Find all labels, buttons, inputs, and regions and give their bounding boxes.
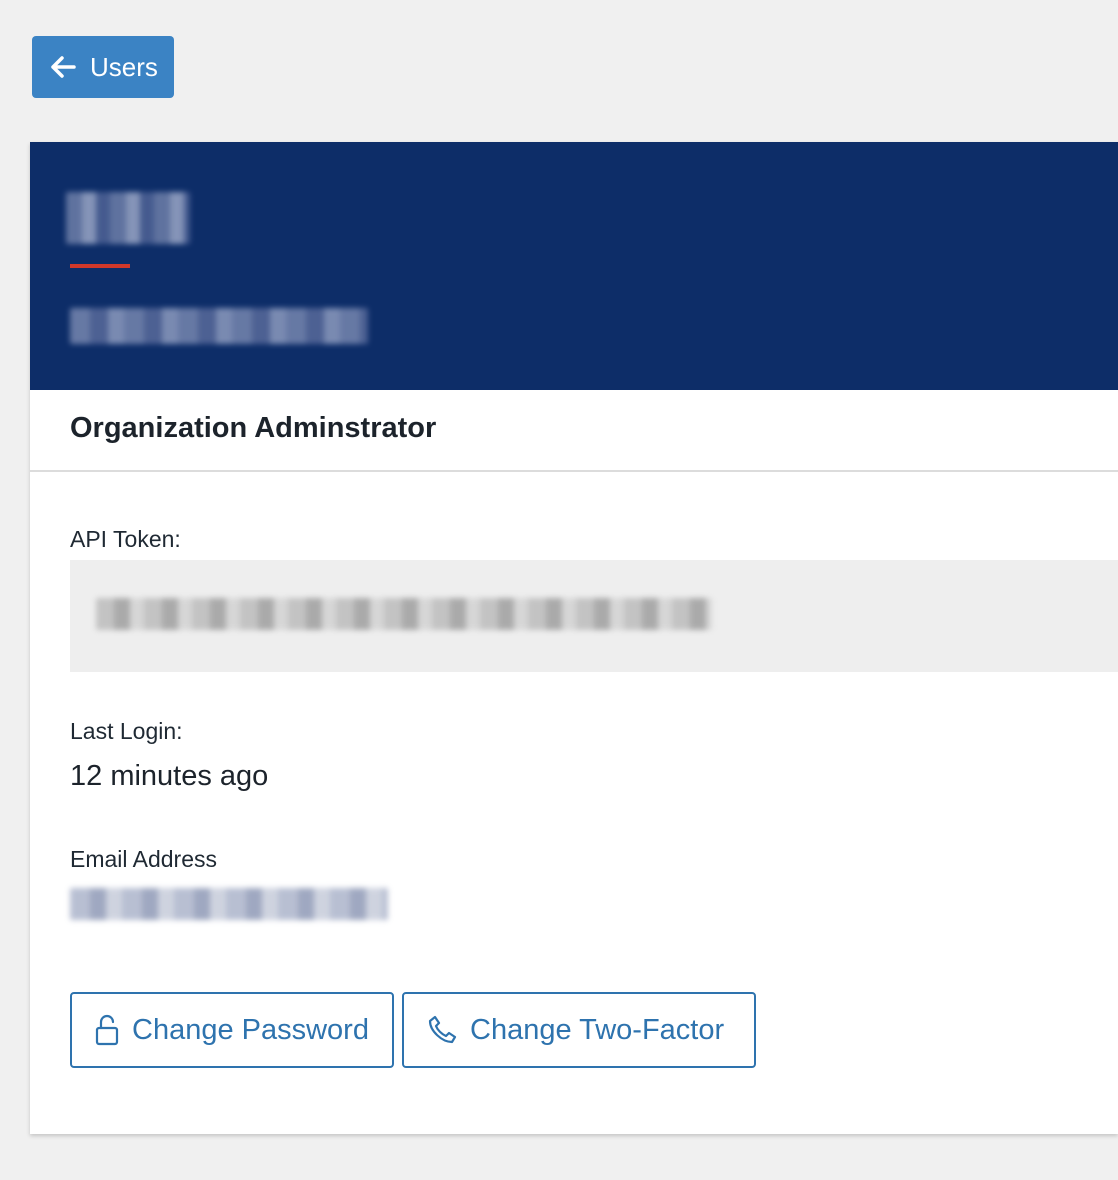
- header-accent-line: [70, 264, 130, 268]
- arrow-left-icon: [51, 56, 76, 78]
- user-profile-card: Organization Adminstrator API Token: Las…: [30, 142, 1118, 1134]
- back-button-label: Users: [90, 51, 158, 82]
- change-two-factor-label: Change Two-Factor: [470, 1013, 725, 1046]
- change-password-button[interactable]: Change Password: [70, 992, 394, 1068]
- redacted-user-detail: [70, 308, 368, 344]
- redacted-email-address: [70, 888, 388, 920]
- role-title: Organization Adminstrator: [70, 412, 437, 444]
- phone-icon: [428, 1015, 457, 1044]
- api-token-field[interactable]: [70, 560, 1118, 672]
- unlock-icon: [95, 1014, 119, 1046]
- change-password-label: Change Password: [132, 1013, 369, 1046]
- last-login-value: 12 minutes ago: [70, 760, 269, 792]
- email-address-label: Email Address: [70, 846, 218, 872]
- back-to-users-button[interactable]: Users: [32, 36, 174, 98]
- last-login-label: Last Login:: [70, 718, 183, 744]
- api-token-label: API Token:: [70, 526, 181, 552]
- change-two-factor-button[interactable]: Change Two-Factor: [402, 992, 756, 1068]
- redacted-api-token: [96, 598, 712, 630]
- redacted-user-name: [66, 192, 190, 244]
- profile-header: [30, 142, 1118, 390]
- role-section: Organization Adminstrator: [30, 390, 1118, 472]
